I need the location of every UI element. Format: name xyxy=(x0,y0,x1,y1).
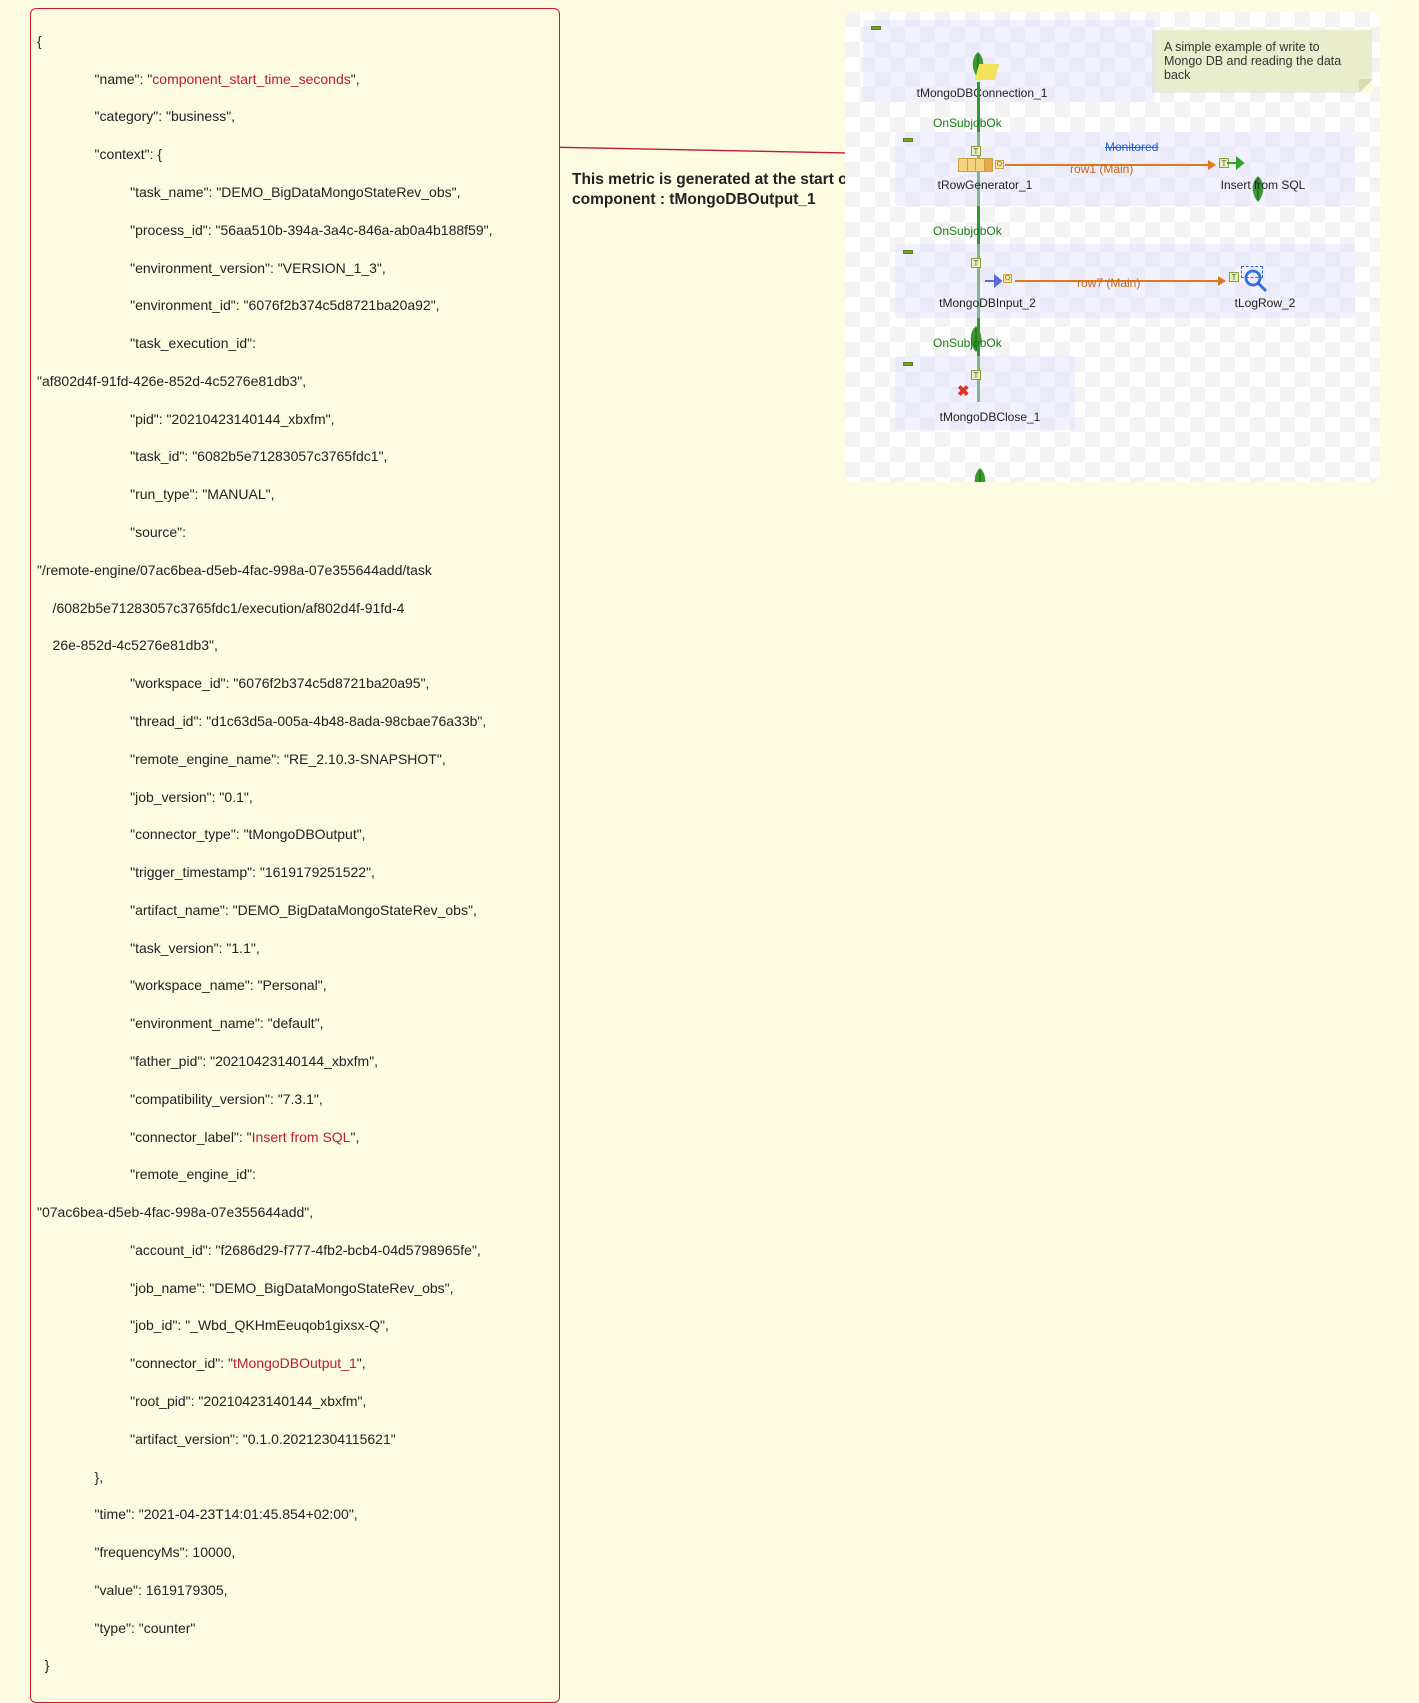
json-line: "07ac6bea-d5eb-4fac-998a-07e355644add", xyxy=(37,1203,553,1222)
collapse-toggle-icon[interactable] xyxy=(903,250,913,254)
collapse-toggle-icon[interactable] xyxy=(903,138,913,142)
json-line: "job_name": "DEMO_BigDataMongoStateRev_o… xyxy=(37,1279,553,1298)
component-label[interactable]: tMongoDBConnection_1 xyxy=(892,86,1072,100)
json-line: "job_id": "_Wbd_QKHmEeuqob1gixsx-Q", xyxy=(37,1316,553,1335)
port-t: T xyxy=(971,258,981,268)
close-x-icon: ✖ xyxy=(957,382,970,400)
json-line: "time": "2021-04-23T14:01:45.854+02:00", xyxy=(37,1505,553,1524)
connector-label-value: Insert from SQL xyxy=(252,1129,351,1145)
json-line: "source": xyxy=(37,523,553,542)
json-line: "thread_id": "d1c63d5a-005a-4b48-8ada-98… xyxy=(37,712,553,731)
port-t: T xyxy=(971,146,981,156)
trigger-label: OnSubjobOk xyxy=(933,116,1002,130)
json-line: "remote_engine_name": "RE_2.10.3-SNAPSHO… xyxy=(37,750,553,769)
json-line: "workspace_id": "6076f2b374c5d8721ba20a9… xyxy=(37,674,553,693)
json-line: "frequencyMs": 10000, xyxy=(37,1543,553,1562)
json-line: "remote_engine_id": xyxy=(37,1165,553,1184)
json-line: "artifact_name": "DEMO_BigDataMongoState… xyxy=(37,901,553,920)
component-label[interactable]: Insert from SQL xyxy=(1193,178,1333,192)
json-line: "compatibility_version": "7.3.1", xyxy=(37,1090,553,1109)
json-line: "trigger_timestamp": "1619179251522", xyxy=(37,863,553,882)
component-label[interactable]: tLogRow_2 xyxy=(1215,296,1315,310)
rowgenerator-icon xyxy=(958,158,992,172)
json-line: "task_id": "6082b5e71283057c3765fdc1", xyxy=(37,447,553,466)
json-line: "root_pid": "20210423140144_xbxfm", xyxy=(37,1392,553,1411)
json-line: "environment_id": "6076f2b374c5d8721ba20… xyxy=(37,296,553,315)
db-plug-icon xyxy=(975,64,999,80)
monitored-badge: Monitored xyxy=(1105,140,1158,154)
flow-line-vertical xyxy=(977,82,980,402)
json-line: "process_id": "56aa510b-394a-3a4c-846a-a… xyxy=(37,221,553,240)
port-t: T xyxy=(971,370,981,380)
port-o: O xyxy=(1003,274,1012,283)
json-line: "artifact_version": "0.1.0.2021230411562… xyxy=(37,1430,553,1449)
json-line: "category": "business", xyxy=(37,107,553,126)
json-line: "account_id": "f2686d29-f777-4fb2-bcb4-0… xyxy=(37,1241,553,1260)
annotation-text: This metric is generated at the start of… xyxy=(572,170,872,210)
metric-name-value: component_start_time_seconds xyxy=(152,71,350,87)
json-line: "run_type": "MANUAL", xyxy=(37,485,553,504)
component-label[interactable]: tRowGenerator_1 xyxy=(915,178,1055,192)
json-line: 26e-852d-4c5276e81db3", xyxy=(37,636,553,655)
row-label: row1 (Main) xyxy=(1070,162,1133,176)
json-line: "/remote-engine/07ac6bea-d5eb-4fac-998a-… xyxy=(37,561,553,580)
json-line: "task_name": "DEMO_BigDataMongoStateRev_… xyxy=(37,183,553,202)
input-arrow-icon xyxy=(1227,156,1245,170)
trigger-label: OnSubjobOk xyxy=(933,224,1002,238)
collapse-toggle-icon[interactable] xyxy=(903,362,913,366)
leaf-icon xyxy=(965,466,995,482)
collapse-toggle-icon[interactable] xyxy=(871,26,881,30)
json-line: "environment_name": "default", xyxy=(37,1014,553,1033)
json-line: "environment_version": "VERSION_1_3", xyxy=(37,259,553,278)
json-line: "connector_type": "tMongoDBOutput", xyxy=(37,825,553,844)
component-label[interactable]: tMongoDBInput_2 xyxy=(915,296,1060,310)
json-line: "context": { xyxy=(37,145,553,164)
json-line: }, xyxy=(37,1468,553,1487)
port-t: T xyxy=(1229,272,1239,282)
json-line: "value": 1619179305, xyxy=(37,1581,553,1600)
connector-id-value: tMongoDBOutput_1 xyxy=(233,1355,357,1371)
component-label[interactable]: tMongoDBClose_1 xyxy=(915,410,1065,424)
json-line: "workspace_name": "Personal", xyxy=(37,976,553,995)
json-line: "type": "counter" xyxy=(37,1619,553,1638)
row-label: row7 (Main) xyxy=(1077,276,1140,290)
port-o: O xyxy=(995,160,1004,169)
json-metric-panel: { "name": "component_start_time_seconds"… xyxy=(30,8,560,1703)
json-line: "af802d4f-91fd-426e-852d-4c5276e81db3", xyxy=(37,372,553,391)
json-line: } xyxy=(37,1656,553,1675)
json-line: "father_pid": "20210423140144_xbxfm", xyxy=(37,1052,553,1071)
json-line: "connector_label": "Insert from SQL", xyxy=(37,1128,553,1147)
json-line: "job_version": "0.1", xyxy=(37,788,553,807)
json-line: /6082b5e71283057c3765fdc1/execution/af80… xyxy=(37,599,553,618)
canvas-note: A simple example of write to Mongo DB an… xyxy=(1152,30,1372,92)
trigger-label: OnSubjobOk xyxy=(933,336,1002,350)
json-name-line: "name": "component_start_time_seconds", xyxy=(37,70,553,89)
json-line: "task_execution_id": xyxy=(37,334,553,353)
talend-job-canvas[interactable]: A simple example of write to Mongo DB an… xyxy=(845,12,1380,482)
json-line: "task_version": "1.1", xyxy=(37,939,553,958)
json-line: "connector_id": "tMongoDBOutput_1", xyxy=(37,1354,553,1373)
json-line: { xyxy=(37,32,553,51)
output-arrow-icon xyxy=(985,274,1003,288)
magnifier-icon xyxy=(1243,268,1269,294)
json-line: "pid": "20210423140144_xbxfm", xyxy=(37,410,553,429)
